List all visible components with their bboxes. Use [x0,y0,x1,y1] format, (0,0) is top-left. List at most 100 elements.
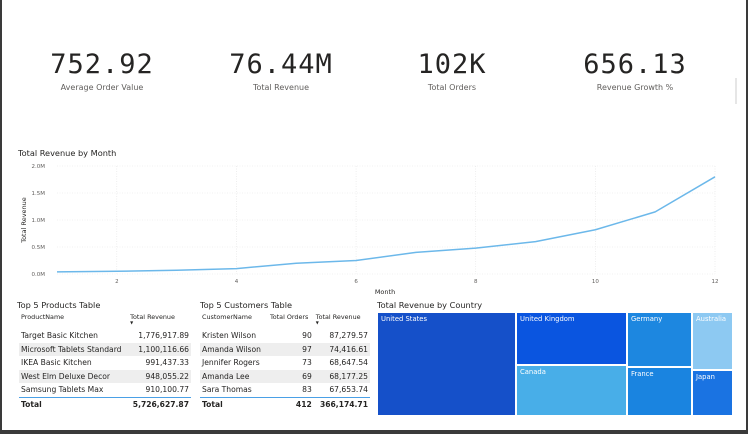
x-tick-label: 12 [712,279,719,285]
table-cell: 1,776,917.89 [138,331,189,341]
treemap-tile-label: Australia [696,315,727,323]
y-tick-label: 1.0M [32,218,46,224]
table-cell: 948,055.22 [128,369,191,383]
x-tick-label: 2 [115,279,119,285]
kpi-value: 102K [417,49,487,80]
table-cell: West Elm Deluxe Decor [19,369,129,383]
y-tick-label: 0.0M [32,272,46,278]
table-cell: 1,100,116.66 [128,342,191,356]
data-point [714,176,716,178]
y-tick-label: 1.5M [32,191,46,197]
kpi-label: Total Orders [427,83,477,92]
table-total-cell: Total [200,396,268,412]
data-point [415,251,417,253]
column-header-sorted[interactable]: Total Revenue ▼ [314,313,370,329]
kpi-card-total-orders[interactable]: 102K Total Orders [377,48,527,92]
sort-desc-icon: ▼ [315,320,319,325]
treemap-tile[interactable]: Japan [692,370,733,416]
visual-edge [735,78,737,104]
line-chart-title: Total Revenue by Month [18,148,117,158]
column-header-label: Total Revenue [130,313,175,321]
table-row[interactable]: Samsung Tablets Max 910,100.77 [19,383,191,397]
table-row[interactable]: Amanda Lee 69 68,177.25 [200,369,370,383]
table-row[interactable]: Jennifer Rogers 73 68,647.54 [200,356,370,370]
table-cell: Amanda Lee [200,369,268,383]
table-row[interactable]: Target Basic Kitchen 1,776,917.89 [19,329,191,343]
table-cell: Sara Thomas [202,385,252,395]
series-line [56,176,716,273]
table-cell: 73 [302,358,312,368]
kpi-value: 656.13 [583,49,687,80]
table-cell: Jennifer Rogers [202,358,260,368]
treemap-tile-label: United States [381,315,428,323]
kpi-card-average-order-value[interactable]: 752.92 Average Order Value [27,48,177,92]
treemap-tile[interactable]: United Kingdom [516,312,627,365]
table-cell: Microsoft Tablets Standard [19,342,129,356]
treemap-tile-label: France [631,370,654,378]
kpi-label: Average Order Value [60,83,144,92]
data-point [594,229,596,231]
x-tick-label: 8 [474,279,478,285]
treemap-tile[interactable]: Germany [627,312,692,367]
table-cell: 74,416.61 [313,342,370,356]
data-point [355,260,357,262]
data-point [475,247,477,249]
table-cell: 87,279.57 [329,331,368,341]
table-cell: Samsung Tablets Max [21,385,104,395]
treemap-tile-label: Germany [631,315,663,323]
kpi-label: Total Revenue [252,83,310,92]
table-cell: 67,653.74 [329,385,368,395]
treemap-tile[interactable]: Australia [692,312,733,370]
table-cell: 68,647.54 [329,358,368,368]
table-row[interactable]: Microsoft Tablets Standard 1,100,116.66 [19,342,191,356]
table-row[interactable]: West Elm Deluxe Decor 948,055.22 [19,369,191,383]
products-table-title: Top 5 Products Table [17,300,101,310]
treemap-tile[interactable]: United States [377,312,516,416]
line-chart[interactable]: 0.0M 0.5M 1.0M 1.5M 2.0M 2 4 6 8 10 12 Month Total R… [2,158,746,298]
column-header-sorted[interactable]: Total Revenue ▼ [128,313,191,329]
column-header[interactable]: Total Orders [268,313,314,329]
column-header[interactable]: ProductName [19,313,128,329]
table-total-row: Total 412 366,174.71 [200,396,370,412]
table-row[interactable]: Amanda Wilson 97 74,416.61 [200,342,370,356]
table-row[interactable]: IKEA Basic Kitchen 991,437.33 [19,356,191,370]
kpi-card-total-revenue[interactable]: 76.44M Total Revenue [206,48,356,92]
table-cell: 910,100.77 [145,385,189,395]
treemap[interactable]: United States United Kingdom Canada Germany… [377,312,733,416]
table-total-row: Total 5,726,627.87 [19,396,191,412]
table-cell: 97 [267,342,314,356]
data-point [176,269,178,271]
data-point [295,262,297,264]
sort-desc-icon: ▼ [130,320,134,325]
table-row[interactable]: Kristen Wilson 90 87,279.57 [200,329,370,343]
kpi-card-revenue-growth[interactable]: 656.13 Revenue Growth % [560,48,710,92]
table-total-cell: 366,174.71 [313,396,370,412]
table-cell: 90 [302,331,312,341]
data-point [235,268,237,270]
y-axis-title: Total Revenue [20,197,28,244]
table-cell: 69 [267,369,314,383]
treemap-tile-label: Canada [520,368,546,376]
data-point [116,270,118,272]
table-row[interactable]: Sara Thomas 83 67,653.74 [200,383,370,397]
table-cell: 83 [302,385,312,395]
data-point [535,241,537,243]
treemap-tile[interactable]: France [627,367,692,416]
table-total-cell: 5,726,627.87 [128,396,191,412]
column-header[interactable]: CustomerName [200,313,268,329]
y-tick-label: 2.0M [32,164,46,170]
table-total-cell: 412 [267,396,314,412]
products-table[interactable]: ProductName Total Revenue ▼ Target Basic … [19,313,191,412]
customers-table[interactable]: CustomerName Total Orders Total Revenue ▼… [200,313,370,412]
table-cell: 991,437.33 [145,358,189,368]
table-cell: Target Basic Kitchen [21,331,98,341]
table-cell: Kristen Wilson [202,331,257,341]
treemap-tile[interactable]: Canada [516,365,627,416]
treemap-tile-label: United Kingdom [520,315,575,323]
customers-table-title: Top 5 Customers Table [200,300,293,310]
table-cell: 68,177.25 [313,369,370,383]
kpi-label: Revenue Growth % [596,83,674,92]
x-tick-label: 6 [354,279,358,285]
y-tick-label: 0.5M [32,245,46,251]
x-tick-label: 10 [592,279,599,285]
